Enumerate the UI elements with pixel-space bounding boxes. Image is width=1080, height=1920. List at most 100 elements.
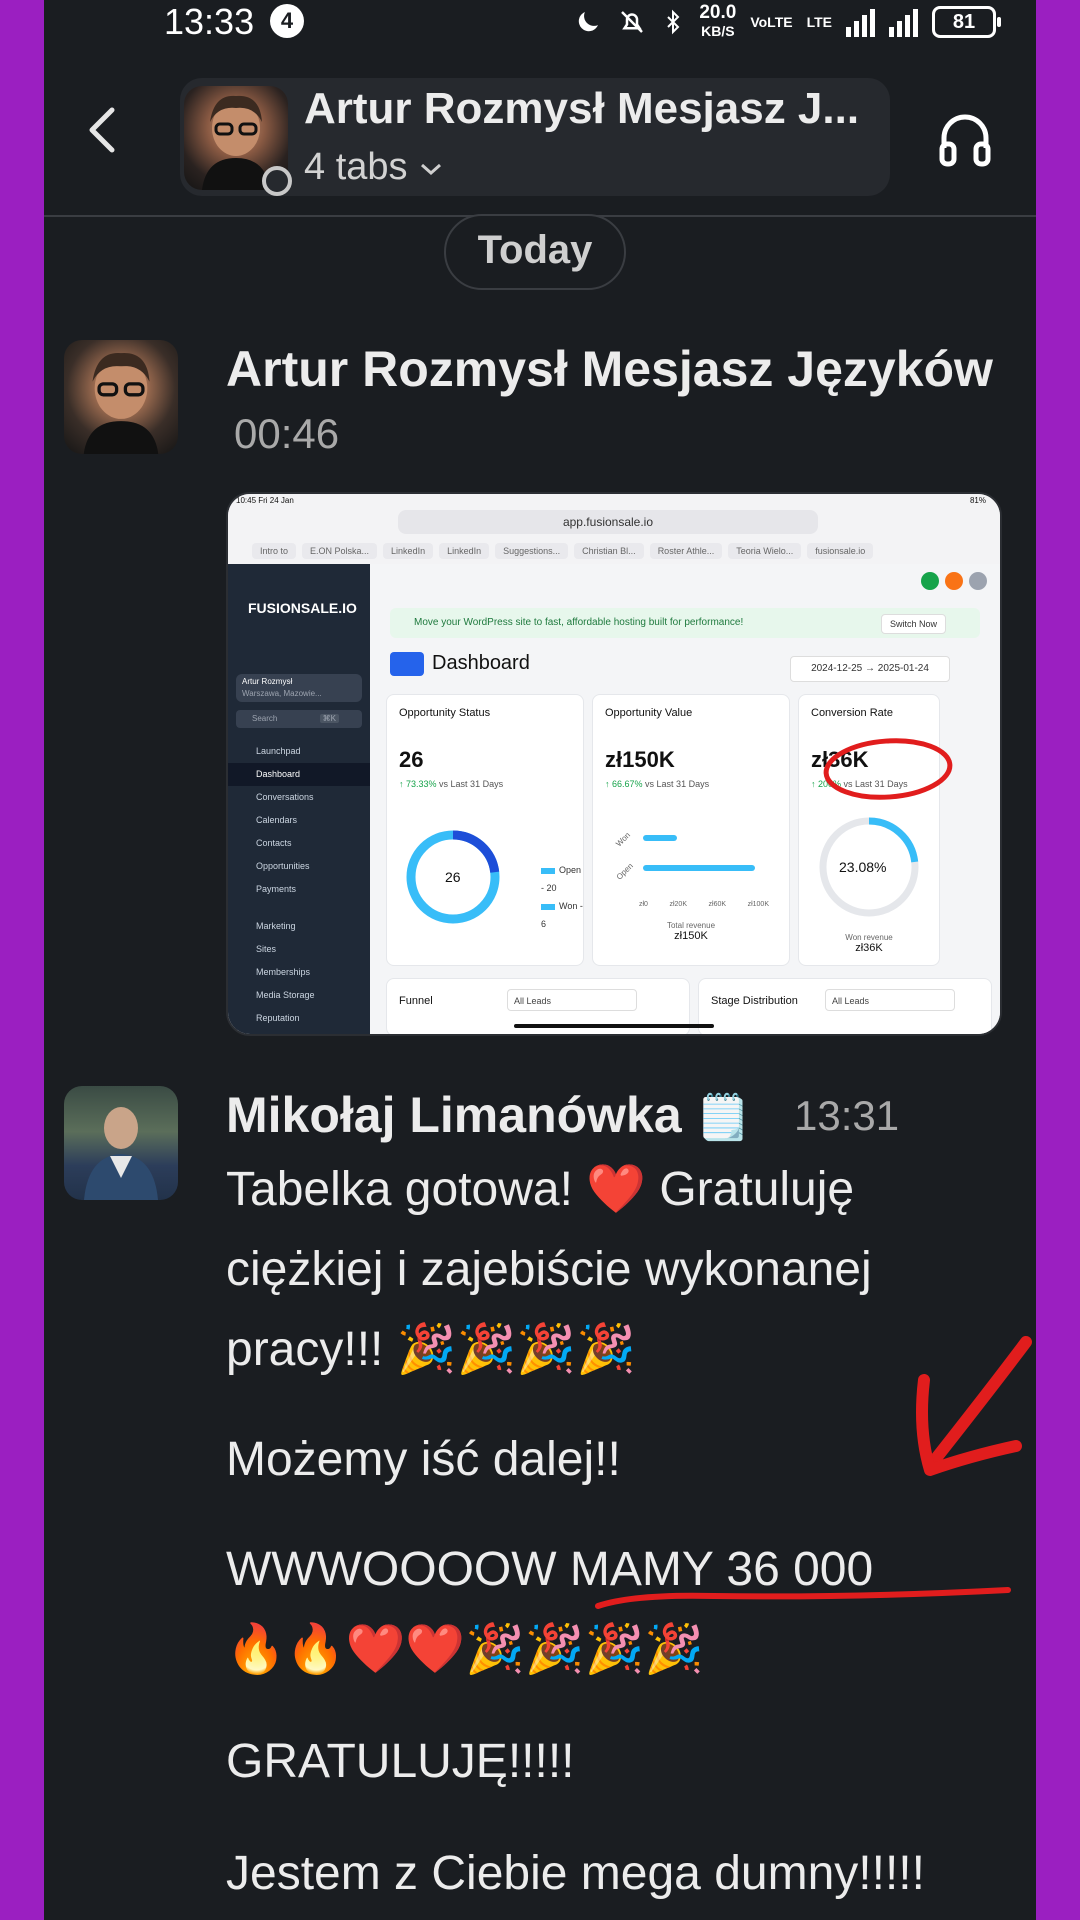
- volte-indicator: VoLTE: [750, 14, 793, 30]
- sidebar-item: Launchpad: [256, 746, 301, 756]
- message-line: pracy!!! 🎉🎉🎉🎉: [226, 1323, 636, 1376]
- message-author[interactable]: Artur Rozmysł Mesjasz Języków: [226, 340, 993, 398]
- message-line: GRATULUJĘ!!!!!: [226, 1735, 575, 1788]
- conversation-title[interactable]: Artur Rozmysł Mesjasz J...: [304, 84, 864, 134]
- card-change: ↑ 66.67% vs Last 31 Days: [605, 779, 710, 789]
- date-from: 2024-12-25: [811, 663, 863, 674]
- red-arrow-annotation: [916, 1336, 1032, 1476]
- browser-tab: LinkedIn: [439, 543, 490, 559]
- message-line: 🔥🔥❤️❤️🎉🎉🎉🎉: [226, 1623, 705, 1676]
- card-title: Stage Distribution: [711, 995, 798, 1007]
- sidebar-item: Reputation: [256, 1013, 300, 1023]
- sidebar-item: Conversations: [256, 792, 314, 802]
- sidebar-search: Search ⌘K: [236, 710, 362, 728]
- browser-toolbar: 10:45 Fri 24 Jan 81% app.fusionsale.io I…: [228, 494, 1000, 564]
- url-bar: app.fusionsale.io: [398, 510, 818, 534]
- chevron-down-icon: [421, 163, 442, 176]
- bar-label-won: Won: [614, 830, 633, 849]
- sidebar-item: Memberships: [256, 967, 311, 977]
- tabs-label: 4 tabs: [304, 146, 408, 188]
- opportunity-value-card: Opportunity Value zł150K ↑ 66.67% vs Las…: [592, 694, 790, 966]
- date-divider[interactable]: Today: [444, 214, 626, 290]
- avatar[interactable]: [64, 1086, 178, 1200]
- chat-screen: 13:33 4 20.0 KB/S VoLTE LTE 81 Artur Roz…: [44, 0, 1036, 1920]
- won-revenue: Won revenue zł36K: [845, 933, 893, 954]
- bar-won: [643, 835, 677, 841]
- app-sidebar: FUSIONSALE.IO Artur Rozmysł Warszawa, Ma…: [228, 564, 370, 1034]
- speed-unit: KB/S: [701, 23, 735, 39]
- bar-axis: zł0 zł20K zł60K zł100K: [639, 901, 769, 908]
- browser-tab: Suggestions...: [495, 543, 569, 559]
- dashboard-icon: [390, 652, 424, 676]
- sidebar-item: Media Storage: [256, 990, 315, 1000]
- user-location: Warszawa, Mazowie...: [242, 689, 322, 698]
- switch-now-button: Switch Now: [880, 614, 946, 634]
- status-bar: 13:33 4 20.0 KB/S VoLTE LTE 81: [44, 0, 1036, 44]
- card-title: Conversion Rate: [811, 707, 893, 719]
- chat-header: Artur Rozmysł Mesjasz J... 4 tabs: [44, 60, 1036, 210]
- message-timestamp: 13:31: [794, 1092, 900, 1139]
- avatar[interactable]: [64, 340, 178, 454]
- browser-tab: Christian Bl...: [574, 543, 644, 559]
- status-icons: 20.0 KB/S VoLTE LTE 81: [573, 0, 1001, 44]
- image-attachment[interactable]: 10:45 Fri 24 Jan 81% app.fusionsale.io I…: [226, 492, 1002, 1036]
- muted-bell-icon: [621, 11, 644, 33]
- moon-icon: [579, 12, 599, 32]
- tabs-dropdown[interactable]: 4 tabs: [304, 146, 444, 189]
- opportunity-status-card: Opportunity Status 26 ↑ 73.33% vs Last 3…: [386, 694, 584, 966]
- dashboard-title: Dashboard: [432, 652, 530, 674]
- headphones-icon[interactable]: [936, 110, 994, 168]
- signal-2-icon: [889, 7, 918, 37]
- user-name: Artur Rozmysł: [242, 677, 293, 686]
- leads-select: All Leads: [825, 989, 955, 1011]
- battery-icon: 81: [932, 6, 1001, 38]
- notification-count-badge: 4: [270, 4, 304, 38]
- sidebar-nav: Launchpad Dashboard Conversations Calend…: [228, 740, 370, 1030]
- sidebar-item: Calendars: [256, 815, 298, 825]
- lte-indicator: LTE: [806, 14, 832, 30]
- message-author[interactable]: Mikołaj Limanówka 🗒️: [226, 1086, 750, 1144]
- card-title: Opportunity Value: [605, 707, 693, 719]
- speed-value: 20.0: [699, 2, 737, 23]
- browser-tabs: Intro to E.ON Polska... LinkedIn LinkedI…: [228, 540, 1000, 562]
- card-title: Funnel: [399, 995, 433, 1007]
- app-logo: FUSIONSALE.IO: [248, 600, 357, 616]
- presence-indicator: [262, 166, 292, 196]
- author-name: Mikołaj Limanówka: [226, 1087, 682, 1143]
- banner-text: Move your WordPress site to fast, afford…: [414, 617, 744, 628]
- home-indicator: [514, 1024, 714, 1028]
- bar-open: [643, 865, 755, 871]
- leads-select: All Leads: [507, 989, 637, 1011]
- sidebar-item: Opportunities: [256, 861, 310, 871]
- browser-tab: Intro to: [252, 543, 297, 559]
- sidebar-separator: [228, 901, 370, 915]
- search-shortcut: ⌘K: [319, 714, 339, 723]
- sidebar-item-active: Dashboard: [228, 763, 370, 786]
- card-title: Opportunity Status: [399, 707, 491, 719]
- shot-status-time: 10:45 Fri 24 Jan: [236, 496, 294, 505]
- message-line: ciężkiej i zajebiście wykonanej: [226, 1243, 872, 1296]
- notepad-emoji: 🗒️: [695, 1093, 751, 1142]
- browser-tab: LinkedIn: [383, 543, 434, 559]
- person-photo-icon: [84, 1107, 158, 1200]
- message-timestamp: 00:46: [234, 410, 340, 457]
- bar-label-open: Open: [614, 861, 635, 882]
- shot-battery: 81%: [969, 496, 986, 505]
- person-photo-icon: [83, 353, 159, 454]
- network-speed: 20.0 KB/S: [699, 2, 737, 40]
- sidebar-item: Payments: [256, 884, 297, 894]
- message-line: Tabelka gotowa! ❤️ Gratuluję: [226, 1163, 855, 1216]
- date-range: 2024-12-25 → 2025-01-24: [790, 656, 950, 682]
- promo-banner: Move your WordPress site to fast, afford…: [390, 608, 980, 638]
- browser-tab: Teoria Wielo...: [728, 543, 802, 559]
- signal-icon: [846, 7, 875, 37]
- back-arrow-icon[interactable]: [74, 100, 134, 160]
- user-switcher: Artur Rozmysł Warszawa, Mazowie...: [236, 674, 362, 702]
- sidebar-item: Contacts: [256, 838, 292, 848]
- red-underline-annotation: [595, 1587, 1011, 1609]
- card-value: zł150K: [605, 747, 675, 772]
- browser-tab: Roster Athle...: [649, 543, 723, 559]
- card-change: ↑ 73.33% vs Last 31 Days: [399, 779, 504, 789]
- total-revenue: Total revenue zł150K: [666, 921, 716, 942]
- red-circle-annotation: [823, 738, 953, 800]
